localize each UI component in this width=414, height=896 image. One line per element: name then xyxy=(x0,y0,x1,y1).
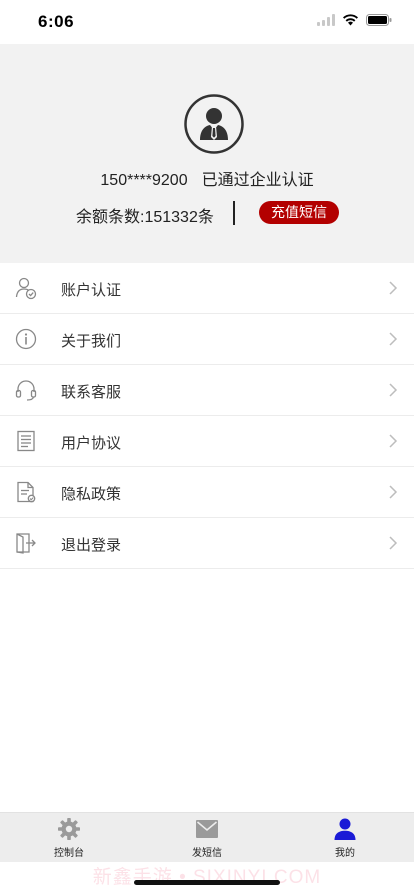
status-time: 6:06 xyxy=(38,12,75,31)
menu-item-customer-service[interactable]: 联系客服 xyxy=(0,365,414,416)
chevron-right-icon xyxy=(389,485,398,499)
home-indicator xyxy=(134,880,280,885)
document-icon xyxy=(17,430,35,452)
menu-item-about-us[interactable]: 关于我们 xyxy=(0,314,414,365)
tab-send-sms[interactable]: 发短信 xyxy=(138,813,276,863)
menu-item-label: 退出登录 xyxy=(61,537,122,554)
balance-row: 余额条数:151332条 充值短信 xyxy=(0,201,414,226)
status-bar: 6:06 xyxy=(0,0,414,44)
battery-icon xyxy=(366,14,392,26)
chevron-right-icon xyxy=(389,536,398,550)
tab-mine[interactable]: 我的 xyxy=(276,813,414,863)
chevron-right-icon xyxy=(389,383,398,397)
person-icon xyxy=(334,818,356,840)
signal-icon xyxy=(317,14,335,26)
tab-console[interactable]: 控制台 xyxy=(0,813,138,863)
account-info: 150****9200 已通过企业认证 xyxy=(0,166,414,190)
envelope-icon xyxy=(196,820,218,838)
balance-count: 余额条数:151332条 xyxy=(76,209,214,226)
info-icon xyxy=(15,328,37,350)
chevron-right-icon xyxy=(389,434,398,448)
menu-item-label: 用户协议 xyxy=(61,435,122,452)
privacy-doc-icon xyxy=(17,481,36,503)
tab-label: 控制台 xyxy=(54,848,84,859)
headset-icon xyxy=(15,380,37,401)
menu-item-account-verification[interactable]: 账户认证 xyxy=(0,263,414,314)
wifi-icon xyxy=(343,14,358,26)
divider xyxy=(233,201,235,225)
tab-label: 发短信 xyxy=(192,848,222,859)
menu-item-logout[interactable]: 退出登录 xyxy=(0,518,414,569)
phone-number: 150****9200 xyxy=(100,172,188,189)
chevron-right-icon xyxy=(389,281,398,295)
user-verify-icon xyxy=(15,277,37,300)
status-icons xyxy=(317,14,392,26)
menu-item-label: 联系客服 xyxy=(61,384,122,401)
menu-item-label: 隐私政策 xyxy=(61,486,122,503)
verification-status: 已通过企业认证 xyxy=(201,172,314,189)
tab-label: 我的 xyxy=(335,848,355,859)
menu-item-label: 账户认证 xyxy=(61,282,122,299)
menu-item-user-agreement[interactable]: 用户协议 xyxy=(0,416,414,467)
recharge-sms-button[interactable]: 充值短信 xyxy=(259,201,339,224)
chevron-right-icon xyxy=(389,332,398,346)
menu-item-label: 关于我们 xyxy=(61,333,122,350)
businessman-avatar-icon xyxy=(184,94,244,154)
bottom-tab-bar: 控制台 发短信 我的 xyxy=(0,812,414,862)
gear-icon xyxy=(58,818,80,840)
menu-item-privacy-policy[interactable]: 隐私政策 xyxy=(0,467,414,518)
logout-icon xyxy=(16,533,36,554)
profile-header: 150****9200 已通过企业认证 余额条数:151332条 充值短信 xyxy=(0,44,414,263)
settings-menu: 账户认证 关于我们 联系客服 用户协议 隐私政策 退出登录 xyxy=(0,263,414,569)
